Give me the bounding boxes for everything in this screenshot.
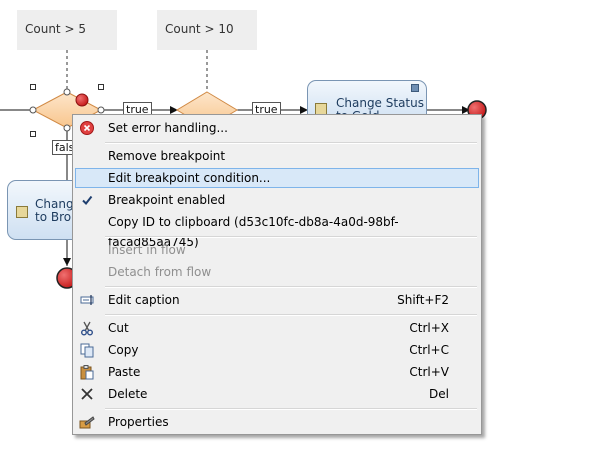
menu-item-shortcut: Ctrl+V xyxy=(409,365,449,379)
flow-arrowhead xyxy=(63,258,71,266)
menu-item-detach-from-flow: Detach from flow xyxy=(75,262,479,282)
annotation-text: Count > 10 xyxy=(165,22,234,36)
menu-item-label: Detach from flow xyxy=(108,265,212,279)
menu-item-set-error-handling[interactable]: Set error handling... xyxy=(75,118,479,138)
menu-item-properties[interactable]: Properties xyxy=(75,412,479,432)
menu-separator xyxy=(105,236,477,238)
menu-item-shortcut: Del xyxy=(429,387,449,401)
menu-separator xyxy=(105,142,477,144)
selection-handle[interactable] xyxy=(30,84,36,90)
menu-item-label: Set error handling... xyxy=(108,121,228,135)
menu-item-label: Copy xyxy=(108,343,139,357)
menu-item-label: Edit breakpoint condition... xyxy=(108,171,271,185)
menu-item-delete[interactable]: Delete Del xyxy=(75,384,479,404)
connection-point[interactable] xyxy=(63,88,71,96)
menu-item-paste[interactable]: Paste Ctrl+V xyxy=(75,362,479,382)
menu-item-label: Properties xyxy=(108,415,169,429)
menu-item-edit-breakpoint-condition[interactable]: Edit breakpoint condition... xyxy=(75,168,479,188)
activity-icon xyxy=(16,206,28,218)
connection-point[interactable] xyxy=(97,106,105,114)
annotation-count-gt-10[interactable]: Count > 10 xyxy=(157,10,257,50)
breakpoint-marker-icon[interactable] xyxy=(75,93,89,107)
menu-item-shortcut: Ctrl+C xyxy=(409,343,449,357)
edit-caption-icon xyxy=(80,295,94,305)
menu-separator xyxy=(105,314,477,316)
delete-x-icon xyxy=(81,388,93,400)
menu-item-label: Remove breakpoint xyxy=(108,149,226,163)
menu-item-label: Edit caption xyxy=(108,293,180,307)
annotation-count-gt-5[interactable]: Count > 5 xyxy=(17,10,117,50)
selection-handle[interactable] xyxy=(98,84,104,90)
checkmark-icon xyxy=(82,195,93,206)
selection-handle[interactable] xyxy=(30,131,36,137)
menu-item-copy-id[interactable]: Copy ID to clipboard (d53c10fc-db8a-4a0d… xyxy=(75,212,479,249)
menu-item-remove-breakpoint[interactable]: Remove breakpoint xyxy=(75,146,479,166)
error-handling-icon xyxy=(80,121,94,135)
menu-item-copy[interactable]: Copy Ctrl+C xyxy=(75,340,479,360)
annotation-text: Count > 5 xyxy=(25,22,86,36)
menu-item-shortcut: Shift+F2 xyxy=(397,293,449,307)
connection-point[interactable] xyxy=(63,124,71,132)
paste-icon xyxy=(80,365,94,380)
menu-item-breakpoint-enabled[interactable]: Breakpoint enabled xyxy=(75,190,479,210)
menu-item-label: Breakpoint enabled xyxy=(108,193,226,207)
copy-icon xyxy=(80,343,94,358)
save-small-icon xyxy=(411,84,419,92)
menu-item-label: Cut xyxy=(108,321,129,335)
menu-separator xyxy=(105,408,477,410)
menu-separator xyxy=(105,286,477,288)
properties-icon xyxy=(79,416,95,429)
menu-item-label: Paste xyxy=(108,365,141,379)
menu-item-edit-caption[interactable]: Edit caption Shift+F2 xyxy=(75,290,479,310)
activity-caption-line2: to Bro xyxy=(35,210,72,224)
menu-item-label: Insert in flow xyxy=(108,243,186,257)
menu-item-label: Delete xyxy=(108,387,148,401)
connection-point[interactable] xyxy=(29,106,37,114)
menu-item-insert-in-flow: Insert in flow xyxy=(75,240,479,260)
scissors-icon xyxy=(81,321,93,336)
menu-item-shortcut: Ctrl+X xyxy=(409,321,449,335)
menu-item-cut[interactable]: Cut Ctrl+X xyxy=(75,318,479,338)
context-menu: Set error handling... Remove breakpoint … xyxy=(72,114,482,435)
